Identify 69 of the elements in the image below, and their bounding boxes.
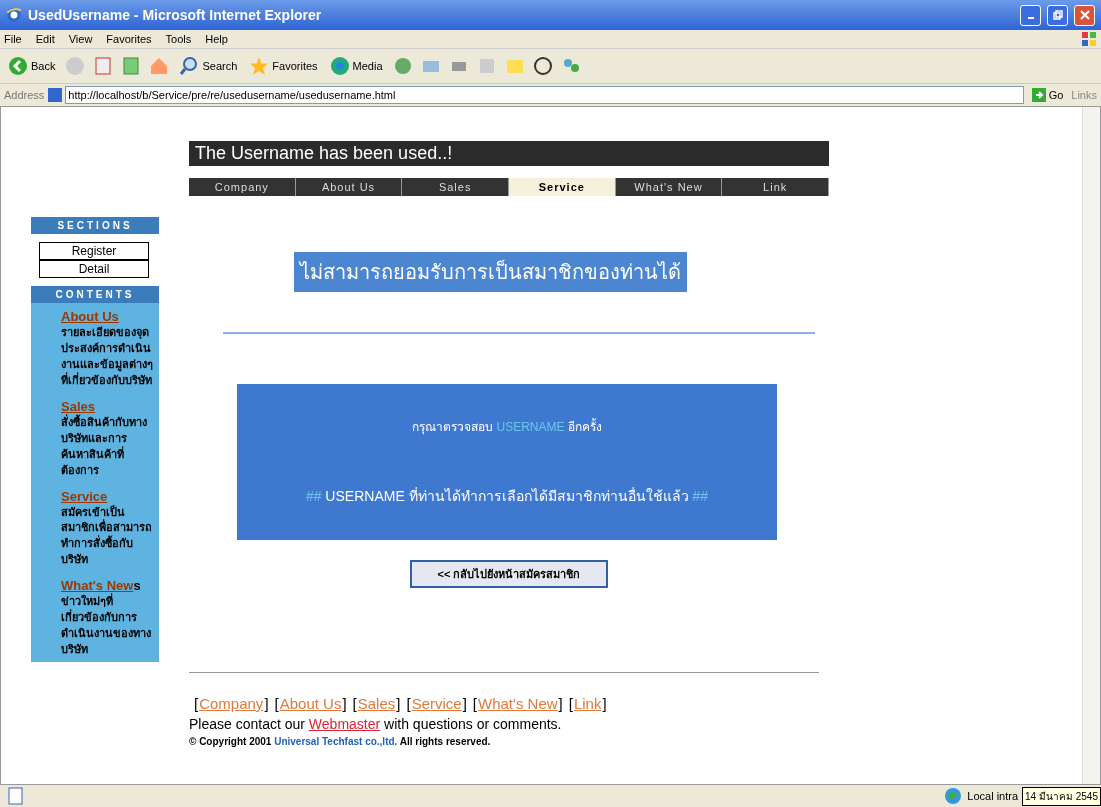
page-icon (48, 88, 63, 102)
bracket: [ (273, 695, 280, 712)
nav-tab[interactable]: About Us (295, 178, 403, 196)
bracket: ] (461, 695, 468, 712)
windows-flag-icon (1081, 31, 1097, 47)
bracket: [ (405, 695, 412, 712)
address-field[interactable]: http://localhost/b/Service/pre/re/usedusername/usedusername.html (65, 86, 1024, 104)
link-suffix: s (133, 578, 141, 594)
nav-tab[interactable]: What's New (615, 178, 723, 196)
bracket: ] (558, 695, 564, 712)
menu-item[interactable]: Edit (35, 33, 55, 45)
restore-button[interactable] (1047, 4, 1068, 26)
bracket: [ (193, 695, 200, 712)
browser-logo-icon (6, 7, 22, 23)
menu-item[interactable]: File (4, 33, 22, 45)
refresh-icon[interactable] (121, 56, 142, 76)
section-link[interactable]: Detail (39, 260, 149, 278)
message-text: กรุณาตรวจสอบ USERNAME อีกครั้ง (412, 417, 602, 436)
bracket: [ (567, 695, 574, 712)
stop-icon[interactable] (93, 56, 114, 76)
window-title: UsedUsername - Microsoft Internet Explorer (28, 7, 322, 23)
menu-item[interactable]: Tools (165, 33, 192, 45)
home-icon[interactable] (149, 56, 170, 76)
media-button[interactable]: Media (327, 54, 385, 78)
bracket: [ (351, 695, 358, 712)
close-button[interactable] (1074, 4, 1095, 26)
page-icon (6, 786, 26, 806)
search-icon (179, 56, 200, 76)
error-heading: ไม่สามารถยอมรับการเป็นสมาชิกของท่านได้ (294, 252, 687, 292)
favorites-icon (249, 56, 270, 76)
menu-item[interactable]: View (68, 33, 93, 45)
close-icon (1079, 10, 1090, 20)
contents-description: รายละเอียดของจุดประสงค์การดำเนินงานและข้อมูลต่างๆที่เกี่ยวข้องกับบริษัท (61, 325, 153, 388)
contents-description: ข่าวใหม่ๆที่เกี่ยวข้องกับการดำเนินงานของทางบริษัท (61, 594, 152, 658)
nav-tab[interactable]: Service (509, 178, 616, 196)
date-tooltip: 14 มีนาคม 2545 (1022, 786, 1101, 806)
bracket: ] (341, 695, 348, 712)
nav-tab[interactable]: Company (189, 178, 296, 196)
go-button[interactable]: Go (1027, 88, 1068, 102)
minimize-button[interactable] (1020, 4, 1041, 26)
globe-icon (943, 786, 964, 806)
security-zone: Local intra (967, 790, 1019, 802)
bracket: ] (395, 695, 402, 712)
favorites-button[interactable]: Favorites (247, 54, 320, 78)
bracket: [ (471, 695, 478, 712)
scrollbar[interactable] (1082, 107, 1100, 784)
back-button[interactable]: Back (6, 54, 58, 78)
menu-item[interactable]: Help (205, 33, 228, 45)
restore-icon (1052, 10, 1063, 20)
go-arrow-icon (1031, 88, 1046, 102)
nav-tab[interactable]: Link (722, 178, 830, 196)
page-banner: The Username has been used..! (189, 141, 829, 166)
webmaster-link[interactable]: Webmaster (308, 716, 381, 732)
bracket: ] (263, 695, 270, 712)
back-button[interactable]: << กลับไปยังหน้าสมัครสมาชิก (409, 560, 609, 588)
back-icon (8, 56, 28, 76)
bracket: ] (601, 695, 608, 712)
contact-text: Please contact our Webmaster with questions or comments. (189, 716, 563, 732)
contents-header: CONTENTS (31, 286, 159, 303)
search-button[interactable]: Search (177, 54, 240, 78)
contents-description: สมัครเข้าเป็นสมาชิกเพื่อสามารถทำการสั่งซื้อกับบริษัท (61, 504, 153, 568)
sections-header: SECTIONS (31, 217, 159, 234)
menu-item[interactable]: Favorites (106, 33, 152, 45)
contents-description: สั่งซื้อสินค้ากับทางบริษัทและการค้นหาสินค้าที่ต้องการ (61, 414, 148, 478)
message-text: ## USERNAME ที่ท่านได้ทำการเลือกได้มีสมาชิกท่านอื่นใช้แล้ว ## (305, 486, 709, 507)
copyright-text: © Copyright 2001 Universal Techfast co.,ltd. All rights reserved. (189, 736, 492, 747)
address-label: Address (4, 89, 45, 101)
section-link[interactable]: Register (39, 242, 149, 260)
minimize-icon (1027, 17, 1034, 19)
